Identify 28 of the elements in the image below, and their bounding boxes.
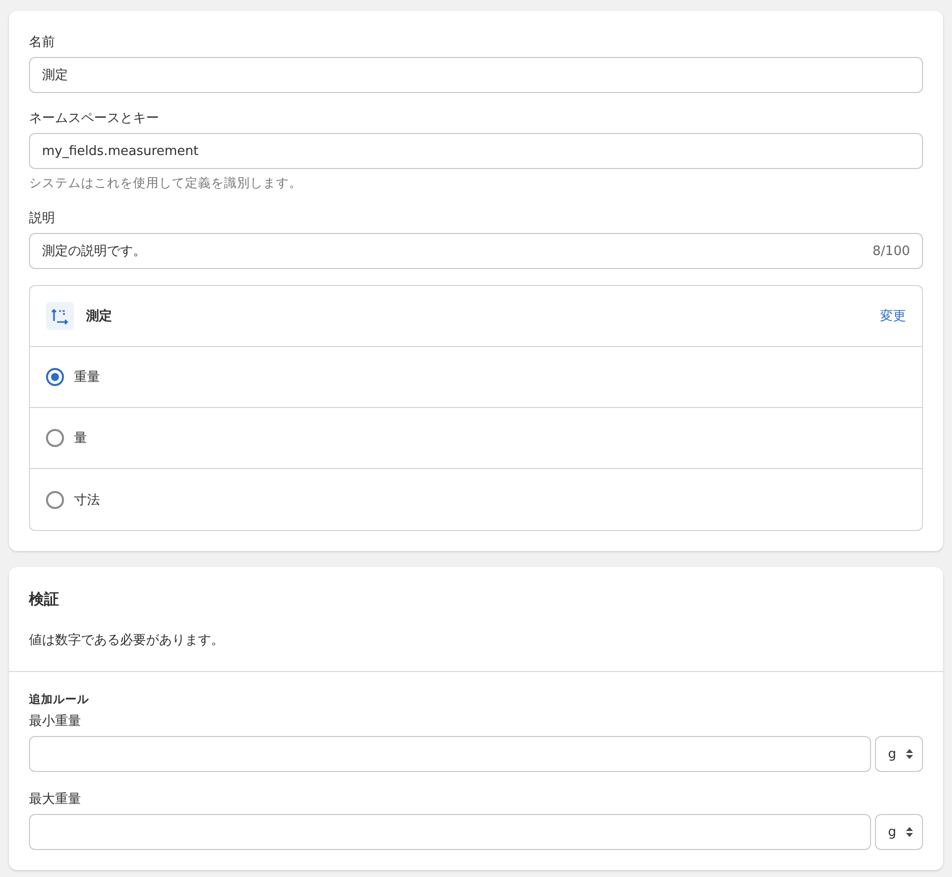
character-counter: 8/100 [872, 244, 910, 258]
measure-icon [46, 302, 74, 330]
field-label: 最大重量 [29, 791, 82, 809]
option-label: 寸法 [74, 492, 100, 508]
field-label: ネームスペースとキー [29, 110, 160, 128]
section-title: 検証 [29, 589, 60, 609]
sort-icon [905, 748, 914, 760]
option-label: 重量 [74, 369, 100, 386]
radio-button[interactable] [46, 490, 64, 508]
sort-icon [905, 826, 914, 838]
text-field[interactable]: my_fields.measurement [29, 133, 923, 169]
radio-button[interactable] [46, 429, 64, 447]
type-title: 測定 [86, 308, 113, 325]
field-label: 説明 [29, 210, 56, 228]
text-field[interactable]: 測定 [29, 57, 923, 93]
help-text: システムはこれを使用して定義を識別します。 [29, 174, 303, 192]
change-link[interactable]: 変更 [880, 307, 906, 325]
validation-text: 値は数字である必要があります。 [29, 632, 225, 650]
number-field[interactable] [29, 814, 871, 850]
field-label: 最小重量 [29, 713, 82, 731]
rules-heading: 追加ルール [29, 691, 90, 708]
unit-select[interactable]: g [875, 814, 923, 850]
unit-select[interactable]: g [875, 736, 923, 772]
text-field[interactable]: 測定の説明です。 8/100 [29, 233, 923, 269]
field-label: 名前 [29, 34, 56, 52]
number-field[interactable] [29, 736, 871, 772]
radio-button[interactable] [46, 368, 64, 386]
option-label: 量 [74, 430, 87, 447]
